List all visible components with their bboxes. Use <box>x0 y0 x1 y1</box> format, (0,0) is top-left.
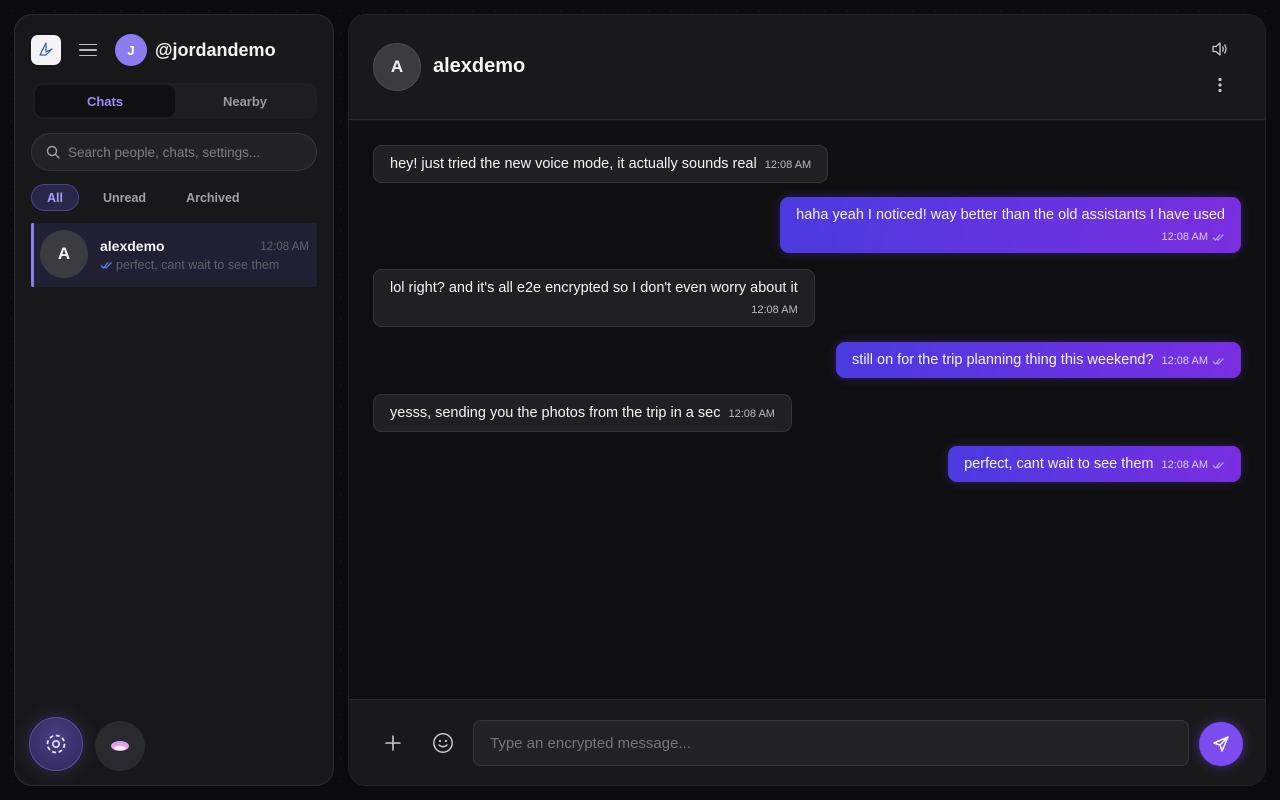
speaker-icon[interactable] <box>1209 38 1231 60</box>
status-button[interactable] <box>29 717 83 771</box>
message-meta: 12:08 AM <box>1162 459 1225 471</box>
tab-nearby[interactable]: Nearby <box>175 85 315 117</box>
read-check-icon <box>1212 357 1224 365</box>
read-check-icon <box>1212 461 1224 469</box>
search-input[interactable] <box>68 144 288 160</box>
message-text: lol right? and it's all e2e encrypted so… <box>390 280 798 296</box>
sidebar-header: J @jordandemo <box>31 33 317 67</box>
assistant-button[interactable] <box>95 721 145 771</box>
message-time: 12:08 AM <box>764 159 812 171</box>
emoji-icon[interactable] <box>431 731 455 755</box>
contact-avatar[interactable]: A <box>373 43 421 91</box>
message-meta: 12:08 AM <box>1162 355 1225 367</box>
message-incoming: hey! just tried the new voice mode, it a… <box>373 145 829 183</box>
sidebar-tabs: Chats Nearby <box>33 83 317 119</box>
send-button[interactable] <box>1199 722 1243 766</box>
attach-plus-icon[interactable] <box>381 731 405 755</box>
message-text: haha yeah I noticed! way better than the… <box>796 207 1225 223</box>
filter-archived[interactable]: Archived <box>170 184 256 211</box>
filter-unread[interactable]: Unread <box>87 184 162 211</box>
menu-icon[interactable] <box>79 41 97 59</box>
chat-time: 12:08 AM <box>260 241 309 253</box>
message-time: 12:08 AM <box>728 408 775 420</box>
user-handle: @jordandemo <box>155 39 276 60</box>
message-text: hey! just tried the new voice mode, it a… <box>390 156 757 172</box>
search-box <box>31 133 317 171</box>
chat-name: alexdemo <box>100 238 165 254</box>
chat-avatar: A <box>40 230 88 278</box>
chat-filters: All Unread Archived <box>31 184 256 211</box>
chat-preview: perfect, cant wait to see them <box>100 258 279 272</box>
message-text: still on for the trip planning thing thi… <box>852 352 1154 368</box>
read-check-icon <box>100 261 112 269</box>
message-text: yesss, sending you the photos from the t… <box>390 405 721 421</box>
tab-chats[interactable]: Chats <box>35 85 175 117</box>
conversation-header: A alexdemo <box>349 15 1265 120</box>
message-outgoing: haha yeah I noticed! way better than the… <box>780 197 1241 253</box>
message-incoming: yesss, sending you the photos from the t… <box>373 394 792 432</box>
assistant-orb-icon <box>111 741 129 751</box>
chat-list-item[interactable]: A alexdemo 12:08 AM perfect, cant wait t… <box>31 223 317 287</box>
conversation-panel: A alexdemo hey! just tried the new voice… <box>348 14 1266 786</box>
sidebar: J @jordandemo Chats Nearby All Unread Ar… <box>14 14 334 786</box>
message-outgoing: perfect, cant wait to see them 12:08 AM <box>948 446 1241 482</box>
user-avatar[interactable]: J <box>115 34 147 66</box>
message-text: perfect, cant wait to see them <box>964 456 1154 472</box>
read-check-icon <box>1212 233 1224 241</box>
contact-name: alexdemo <box>433 55 526 77</box>
send-icon <box>1213 736 1229 752</box>
message-meta: 12:08 AM <box>796 231 1225 243</box>
message-outgoing: still on for the trip planning thing thi… <box>836 342 1241 378</box>
app-logo[interactable] <box>31 35 61 65</box>
message-time: 12:08 AM <box>751 304 798 316</box>
message-input[interactable] <box>473 720 1189 766</box>
more-options-icon[interactable] <box>1209 74 1231 96</box>
message-composer <box>349 699 1265 785</box>
message-incoming: lol right? and it's all e2e encrypted so… <box>373 269 815 327</box>
chat-preview-text: perfect, cant wait to see them <box>116 258 280 272</box>
bird-logo-icon <box>39 42 53 56</box>
message-time: 12:08 AM <box>1161 231 1208 243</box>
message-list: hey! just tried the new voice mode, it a… <box>349 121 1265 701</box>
status-ring-icon <box>46 734 66 754</box>
filter-all[interactable]: All <box>31 184 79 211</box>
message-time: 12:08 AM <box>1161 355 1208 367</box>
message-time: 12:08 AM <box>1161 459 1208 471</box>
search-icon <box>46 145 60 159</box>
